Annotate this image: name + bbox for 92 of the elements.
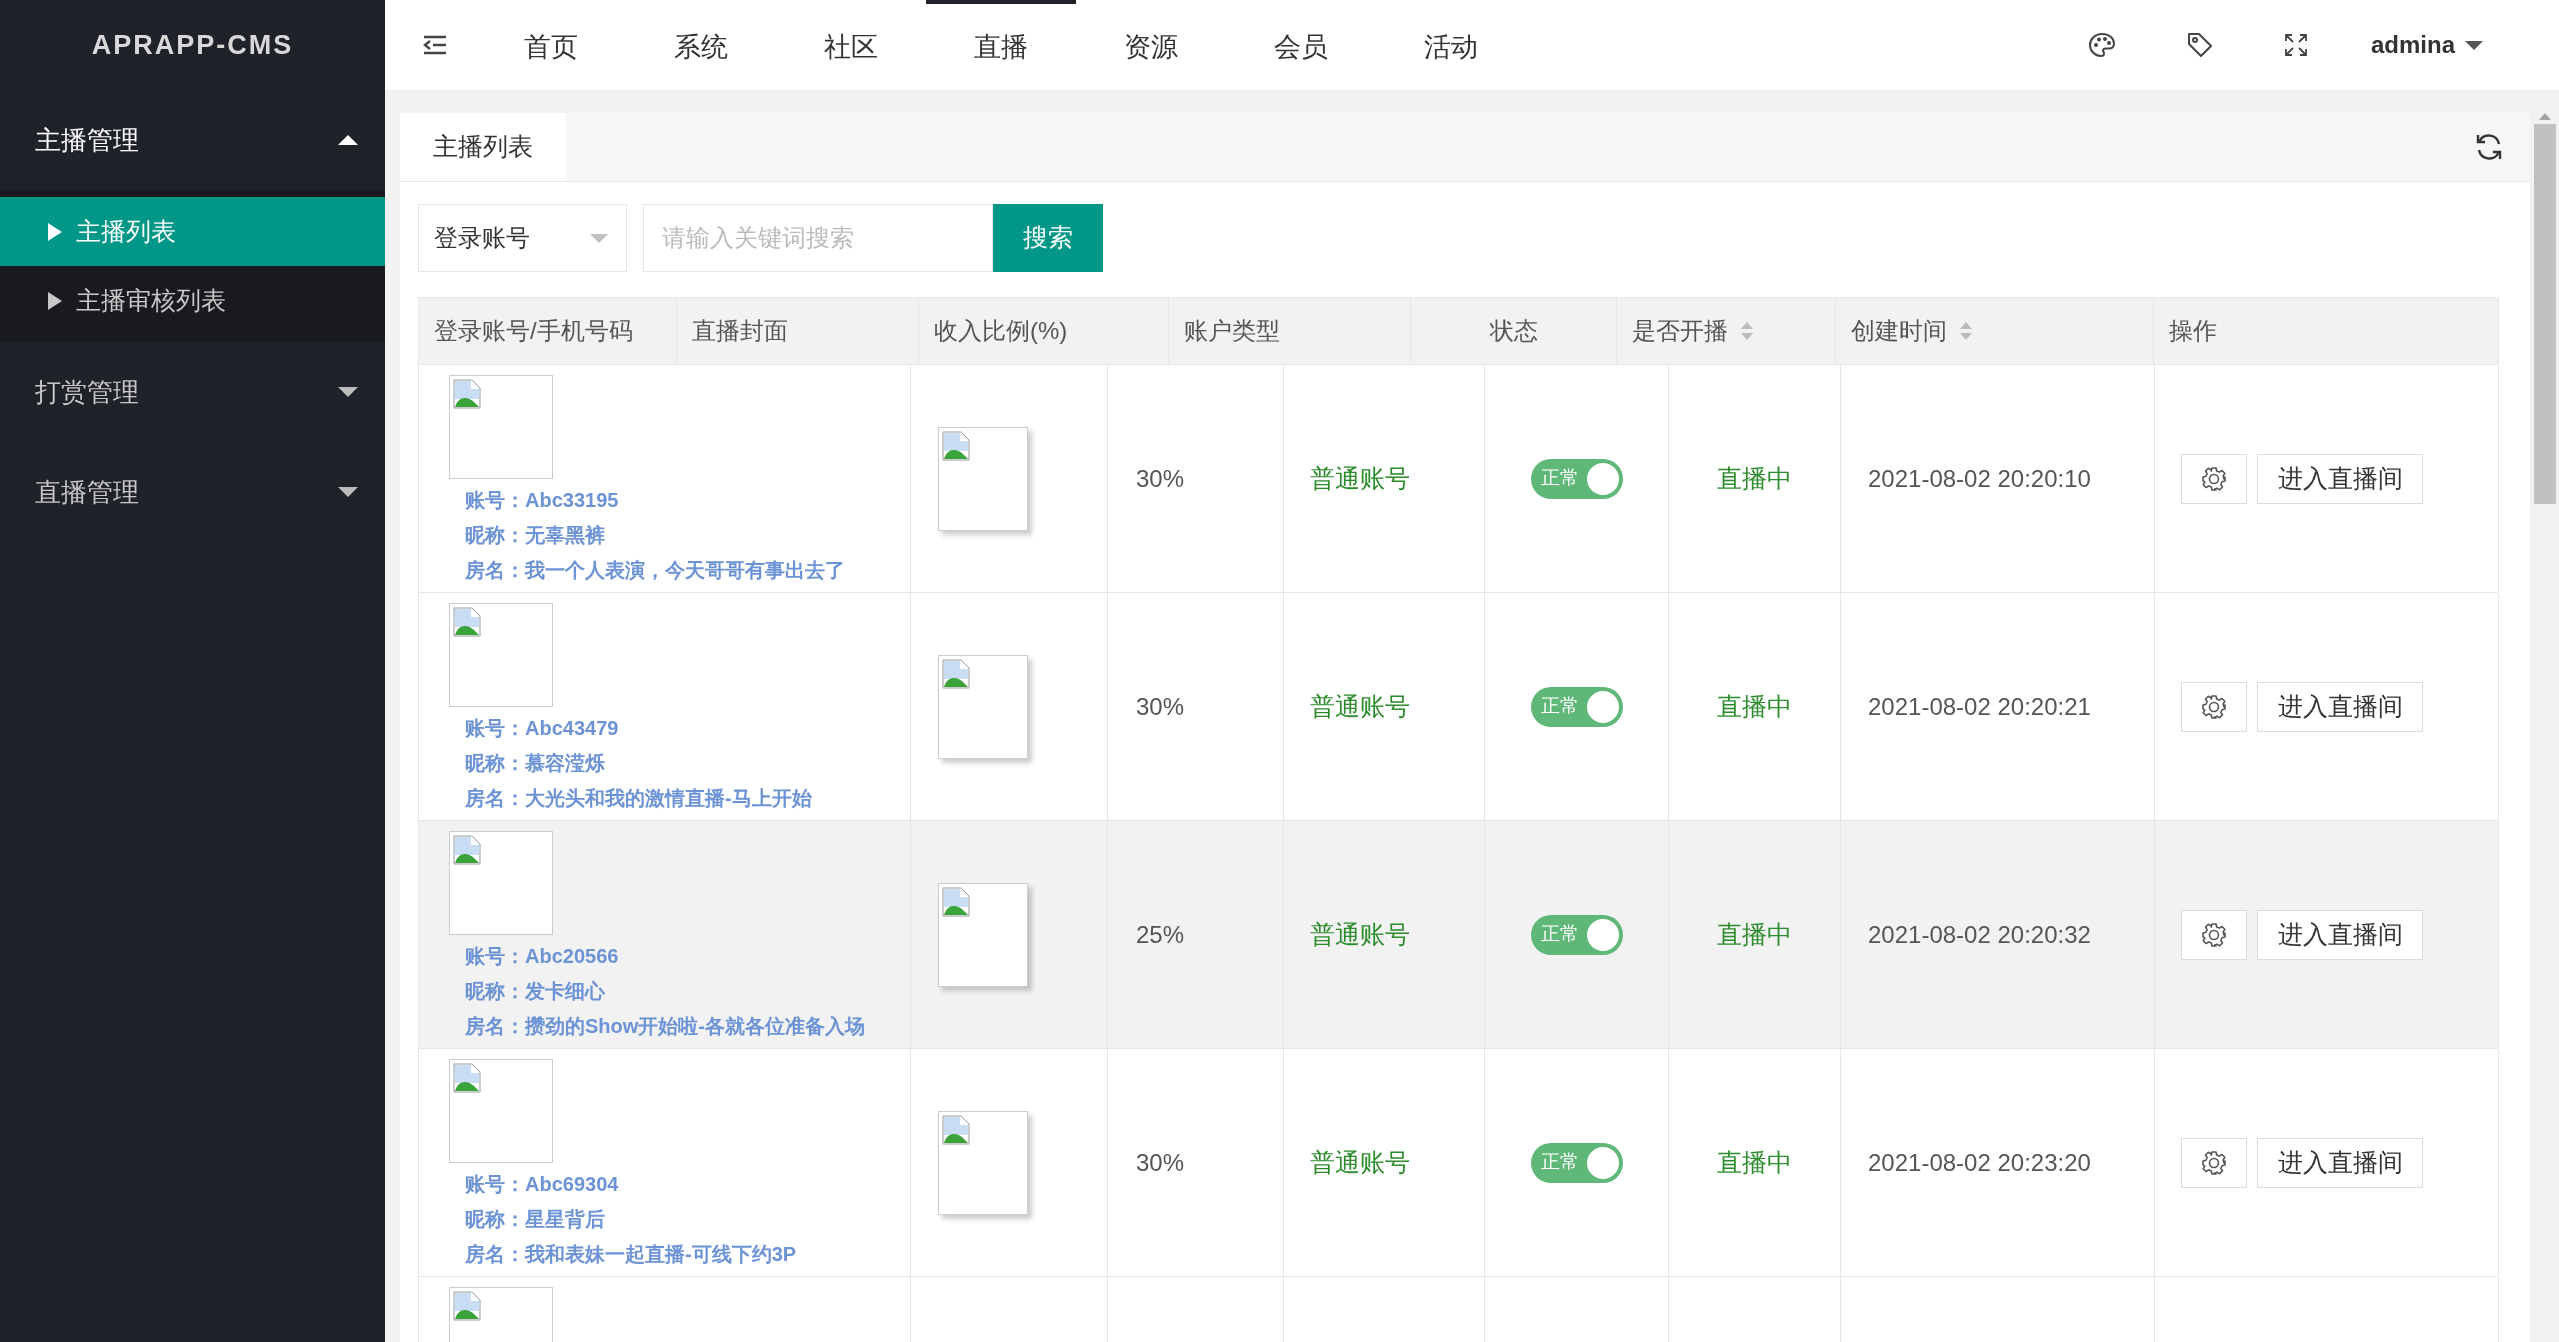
sidebar-group[interactable]: 打赏管理 (0, 342, 385, 442)
ratio-text: 25% (1136, 919, 1185, 950)
enter-room-button[interactable]: 进入直播间 (2257, 909, 2423, 960)
enter-room-button[interactable]: 进入直播间 (2257, 681, 2423, 732)
live-status-text: 直播中 (1717, 690, 1792, 722)
nav-tab[interactable]: 会员 (1226, 0, 1376, 90)
column-header: 账户类型 (1169, 298, 1411, 364)
settings-button[interactable] (2181, 453, 2247, 504)
nickname-text: 昵称：慕容滢烁 (465, 751, 606, 776)
table-row[interactable]: 账号：Abc69304 昵称：星星背后 房名：我和表妹一起直播-可线下约3P 30% 普通账号 正常 直播中 2021-08-02 20:23:20 进入直播间 (419, 1049, 2498, 1277)
live-status-text: 直播中 (1717, 462, 1792, 494)
settings-icon (2201, 465, 2227, 492)
account-text: 账号：Abc33195 (465, 488, 620, 513)
caret-icon (2465, 40, 2483, 50)
caret-icon (590, 233, 608, 243)
account-text: 账号：Abc20566 (465, 944, 620, 969)
column-header: 收入比例(%) (919, 298, 1169, 364)
room-name-text: 房名：我和表妹一起直播-可线下约3P (465, 1242, 798, 1267)
account-type-text: 普通账号 (1310, 918, 1410, 950)
column-header: 直播封面 (677, 298, 919, 364)
column-header[interactable]: 是否开播 (1617, 298, 1836, 364)
settings-icon (2201, 921, 2227, 948)
caret-icon (338, 135, 358, 145)
settings-icon (2201, 1149, 2227, 1176)
palette-icon[interactable] (2087, 32, 2116, 58)
column-header[interactable]: 创建时间 (1836, 298, 2154, 364)
nav-tab[interactable]: 资源 (1076, 0, 1226, 90)
scroll-thumb[interactable] (2533, 124, 2556, 504)
sidebar-item[interactable]: 主播列表 (0, 197, 385, 266)
triangle-icon (48, 291, 62, 310)
table-row[interactable]: 账号：Abc43479 昵称：慕容滢烁 房名：大光头和我的激情直播-马上开始 30% 普通账号 正常 直播中 2021-08-02 20:20:21 进入直播间 (419, 593, 2498, 821)
sidebar-group[interactable]: 直播管理 (0, 442, 385, 542)
ratio-text: 30% (1136, 463, 1185, 494)
broken-image-icon (942, 886, 970, 917)
tag-icon[interactable] (2185, 31, 2214, 59)
created-time-text: 2021-08-02 20:20:32 (1868, 919, 2091, 950)
search-field[interactable]: 请输入关键词搜索 (643, 204, 993, 272)
account-text: 账号：Abc43479 (465, 716, 620, 741)
tab[interactable]: 主播列表 (400, 113, 566, 181)
triangle-icon (48, 222, 62, 241)
account-type-text: 普通账号 (1310, 462, 1410, 494)
nav-tab[interactable]: 活动 (1376, 0, 1526, 90)
room-name-text: 房名：大光头和我的激情直播-马上开始 (465, 786, 813, 811)
nav-tab[interactable]: 直播 (926, 0, 1076, 90)
menu-icon[interactable] (422, 35, 448, 55)
table-row[interactable]: 账号：Abc20566 昵称：发卡细心 房名：攒劲的Show开始啦-各就各位准备入场 25% 普通账号 正常 直播中 2021-08-02 20:20:32 进入直播间 (419, 821, 2498, 1049)
room-name-text: 房名：攒劲的Show开始啦-各就各位准备入场 (465, 1014, 866, 1039)
broken-image-icon (453, 1291, 481, 1321)
room-name-text: 房名：我一个人表演，今天哥哥有事出去了 (465, 558, 846, 583)
account-type-text: 普通账号 (1310, 1146, 1410, 1178)
created-time-text: 2021-08-02 20:23:20 (1868, 1147, 2091, 1178)
live-status-text: 直播中 (1717, 918, 1792, 950)
broken-image-icon (942, 658, 970, 689)
ratio-text: 30% (1136, 1147, 1185, 1178)
created-time-text: 2021-08-02 20:20:21 (1868, 691, 2091, 722)
user-menu[interactable]: admina (2370, 27, 2483, 63)
broken-image-icon (942, 1114, 970, 1145)
broken-image-icon (942, 430, 970, 461)
settings-button[interactable] (2181, 681, 2247, 732)
sidebar-group[interactable]: 主播管理 (0, 90, 385, 190)
account-type-text: 普通账号 (1310, 690, 1410, 722)
ratio-text: 30% (1136, 691, 1185, 722)
broken-image-icon (453, 1063, 481, 1093)
fullscreen-icon[interactable] (2283, 33, 2308, 57)
nav-tab[interactable]: 系统 (626, 0, 776, 90)
nickname-text: 昵称：无辜黑裤 (465, 523, 606, 548)
enter-room-button[interactable]: 进入直播间 (2257, 453, 2423, 504)
settings-button[interactable] (2181, 1137, 2247, 1188)
column-header: 操作 (2154, 298, 2499, 364)
search-button[interactable]: 搜索 (993, 204, 1103, 272)
column-header: 登录账号/手机号码 (419, 298, 677, 364)
app-logo: APRAPP-CMS (90, 28, 295, 62)
settings-icon (2201, 693, 2227, 720)
live-status-text: 直播中 (1717, 1146, 1792, 1178)
caret-icon (338, 487, 358, 497)
nickname-text: 昵称：发卡细心 (465, 979, 606, 1004)
nav-tab[interactable]: 首页 (476, 0, 626, 90)
broken-image-icon (453, 835, 481, 865)
column-header: 状态 (1411, 298, 1617, 364)
created-time-text: 2021-08-02 20:20:10 (1868, 463, 2091, 494)
caret-icon (338, 387, 358, 397)
field-select[interactable]: 登录账号 (418, 204, 627, 272)
sidebar-item[interactable]: 主播审核列表 (0, 266, 385, 335)
enter-room-button[interactable]: 进入直播间 (2257, 1137, 2423, 1188)
account-text: 账号：Abc69304 (465, 1172, 620, 1197)
broken-image-icon (453, 607, 481, 637)
settings-button[interactable] (2181, 909, 2247, 960)
refresh-icon[interactable] (2474, 132, 2504, 162)
broken-image-icon (453, 379, 481, 409)
table-row[interactable]: 账号：Abc33195 昵称：无辜黑裤 房名：我一个人表演，今天哥哥有事出去了 30% 普通账号 正常 直播中 2021-08-02 20:20:10 进入直播间 (419, 365, 2498, 593)
nickname-text: 昵称：星星背后 (465, 1207, 606, 1232)
nav-tab[interactable]: 社区 (776, 0, 926, 90)
